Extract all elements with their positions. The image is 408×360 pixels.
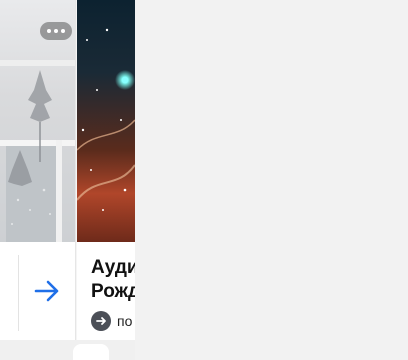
card-title: Ауди Рожд (91, 257, 135, 302)
card-meta: по (91, 311, 132, 331)
card-meta-text: по (117, 313, 133, 329)
bottom-bar (0, 340, 135, 360)
media-card[interactable]: Ауди Рожд по (77, 0, 135, 340)
next-button[interactable] (30, 276, 64, 306)
more-dot (61, 29, 65, 33)
arrow-circle-icon (91, 311, 111, 331)
media-card[interactable] (0, 0, 76, 340)
card-divider (18, 255, 19, 331)
more-options-button[interactable] (40, 22, 72, 40)
more-horizontal-icon (47, 29, 51, 33)
content-strip: Ауди Рожд по (0, 0, 135, 360)
card-image (77, 0, 135, 242)
more-dot (54, 29, 58, 33)
arrow-right-icon (34, 280, 59, 302)
bottom-tab (73, 344, 109, 360)
